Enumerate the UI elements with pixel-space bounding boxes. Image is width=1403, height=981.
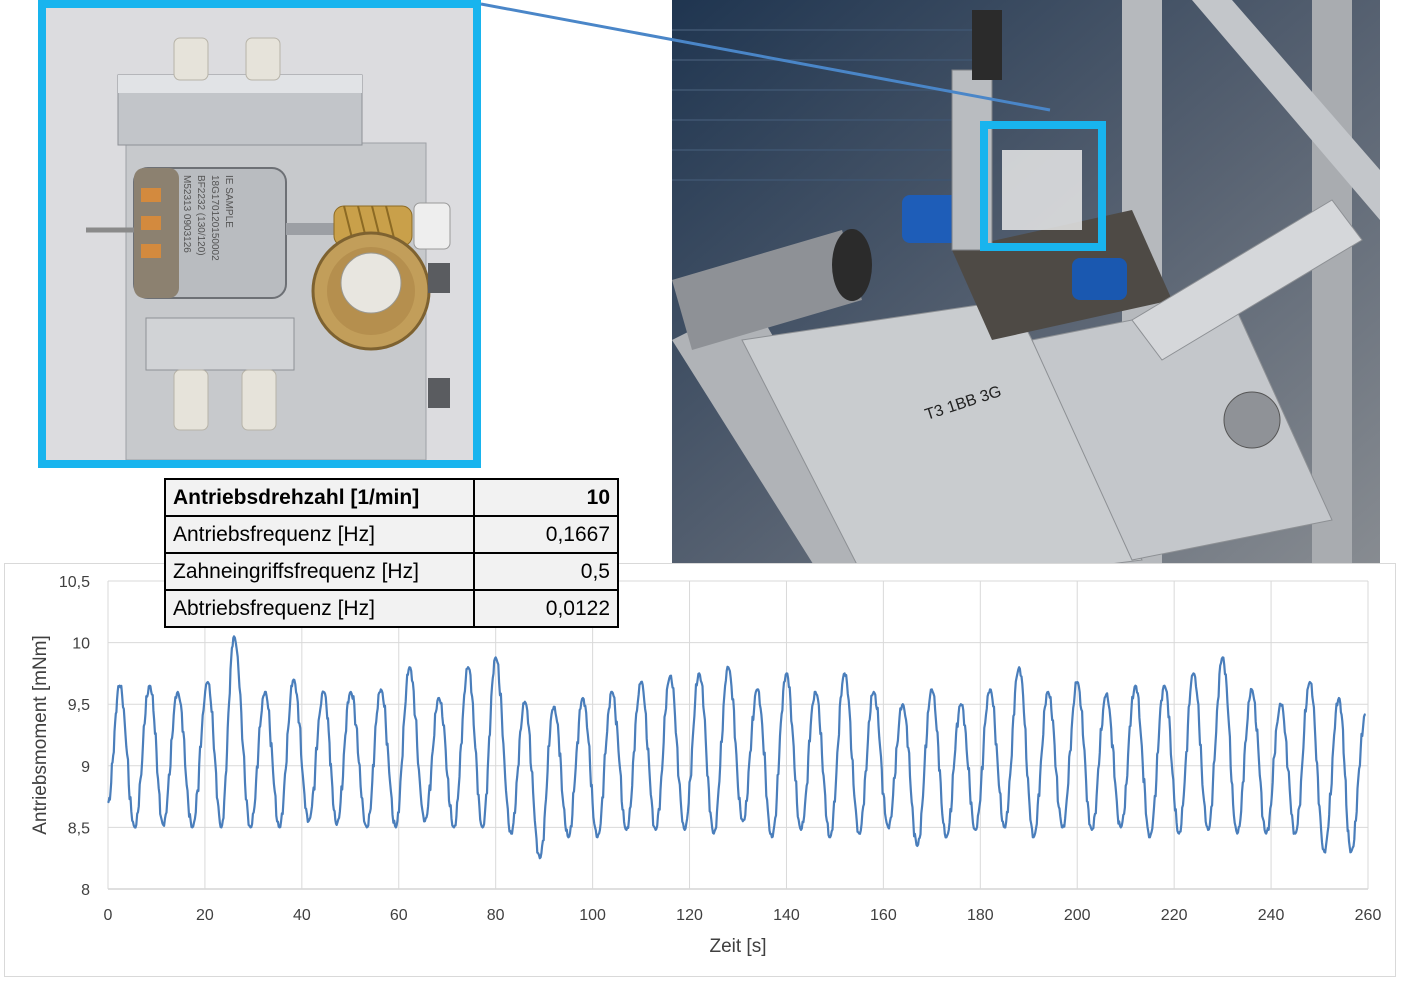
y-tick-label: 10 bbox=[72, 636, 90, 653]
y-tick-label: 8,5 bbox=[68, 820, 90, 837]
x-tick-label: 60 bbox=[390, 907, 408, 924]
table-row: Antriebsdrehzahl [1/min] 10 bbox=[164, 478, 619, 517]
param-label: Antriebsdrehzahl [1/min] bbox=[164, 478, 475, 517]
table-row: Zahneingriffsfrequenz [Hz] 0,5 bbox=[164, 552, 619, 591]
param-label: Antriebsfrequenz [Hz] bbox=[164, 515, 475, 554]
table-row: Antriebsfrequenz [Hz] 0,1667 bbox=[164, 515, 619, 554]
x-tick-label: 140 bbox=[773, 907, 800, 924]
x-tick-label: 220 bbox=[1161, 907, 1188, 924]
series-line-antriebsmoment bbox=[107, 635, 1367, 860]
y-tick-label: 10,5 bbox=[59, 574, 90, 591]
y-tick-label: 9 bbox=[81, 759, 90, 776]
x-tick-labels: 0 20 40 60 80 100 120 140 160 180 200 220 240 260 bbox=[104, 907, 1382, 924]
parameter-table: Antriebsdrehzahl [1/min] 10 Antriebsfreq… bbox=[164, 478, 619, 628]
y-axis-label: Antriebsmoment [mNm] bbox=[30, 635, 51, 835]
param-value: 0,5 bbox=[473, 552, 619, 591]
x-axis-label: Zeit [s] bbox=[709, 936, 766, 957]
x-tick-label: 80 bbox=[487, 907, 505, 924]
x-tick-label: 120 bbox=[676, 907, 703, 924]
table-row: Abtriebsfrequenz [Hz] 0,0122 bbox=[164, 589, 619, 628]
x-tick-label: 240 bbox=[1258, 907, 1285, 924]
x-tick-label: 260 bbox=[1355, 907, 1382, 924]
param-value: 10 bbox=[473, 478, 619, 517]
x-tick-label: 20 bbox=[196, 907, 214, 924]
y-tick-labels: 8 8,5 9 9,5 10 10,5 bbox=[59, 574, 90, 899]
x-tick-label: 0 bbox=[104, 907, 113, 924]
param-value: 0,0122 bbox=[473, 589, 619, 628]
x-tick-label: 160 bbox=[870, 907, 897, 924]
x-tick-label: 40 bbox=[293, 907, 311, 924]
x-tick-label: 100 bbox=[579, 907, 606, 924]
param-value: 0,1667 bbox=[473, 515, 619, 554]
x-tick-label: 200 bbox=[1064, 907, 1091, 924]
x-tick-label: 180 bbox=[967, 907, 994, 924]
param-label: Abtriebsfrequenz [Hz] bbox=[164, 589, 475, 628]
y-tick-label: 9,5 bbox=[68, 697, 90, 714]
y-tick-label: 8 bbox=[81, 882, 90, 899]
param-label: Zahneingriffsfrequenz [Hz] bbox=[164, 552, 475, 591]
